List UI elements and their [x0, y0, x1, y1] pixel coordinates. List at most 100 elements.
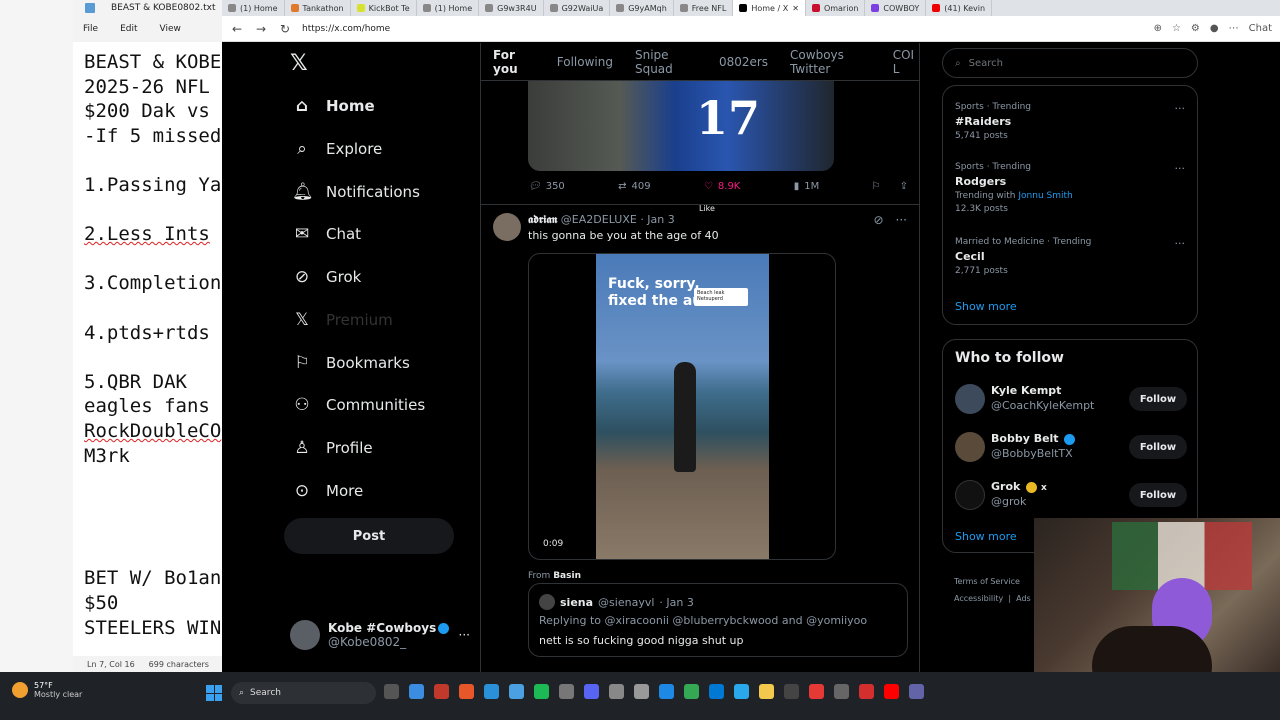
weather-widget[interactable]: 57°F Mostly clear	[12, 681, 82, 699]
more-dots-icon[interactable]: ···	[896, 213, 907, 227]
app-icon[interactable]	[609, 684, 624, 699]
copilot-chat-button[interactable]: Chat	[1249, 23, 1272, 34]
nav-notifications[interactable]: 🔔︎ Notifications	[292, 182, 420, 202]
tab-for-you[interactable]: For you	[493, 48, 535, 76]
show-more-link[interactable]: Show more	[955, 300, 1017, 313]
app-icon[interactable]	[434, 684, 449, 699]
nav-explore[interactable]: ⌕ Explore	[292, 139, 382, 159]
follow-suggestion[interactable]: Grok x @grok Follow	[955, 478, 1187, 512]
favorite-star-icon[interactable]: ☆	[1172, 23, 1181, 34]
trend-context-link[interactable]: Jonnu Smith	[1018, 191, 1072, 201]
trend-item[interactable]: Sports · Trending Rodgers Trending with …	[955, 162, 1185, 214]
trend-item[interactable]: Married to Medicine · Trending Cecil 2,7…	[955, 237, 1185, 276]
tab-0802ers[interactable]: 0802ers	[719, 55, 768, 69]
teams-icon[interactable]	[909, 684, 924, 699]
repost-button[interactable]: ⇄ 409	[618, 181, 650, 192]
browser-tab[interactable]: KickBot Te	[351, 0, 417, 16]
notepad-text-area[interactable]: BEAST & KOBE 2025-26 NFL $200 Dak vs -If 5 …	[73, 42, 233, 654]
footer-link[interactable]: Terms of Service	[954, 577, 1020, 586]
more-dots-icon[interactable]: ···	[1175, 102, 1186, 115]
browser-tab[interactable]: (1) Home	[222, 0, 285, 16]
more-dots-icon[interactable]: ···	[459, 628, 470, 642]
app-icon[interactable]	[559, 684, 574, 699]
brave-icon[interactable]	[459, 684, 474, 699]
follow-button[interactable]: Follow	[1129, 483, 1187, 507]
browser-tab[interactable]: Free NFL	[674, 0, 734, 16]
show-more-link[interactable]: Show more	[955, 530, 1017, 543]
chrome-icon[interactable]	[684, 684, 699, 699]
file-explorer-icon[interactable]	[759, 684, 774, 699]
menu-dots-icon[interactable]: ⋯	[1229, 23, 1239, 34]
share-icon[interactable]: ⇪	[900, 181, 908, 192]
task-view-icon[interactable]	[384, 684, 399, 699]
post-date[interactable]: · Jan 3	[640, 213, 674, 226]
quoted-post[interactable]: siena @sienayvl · Jan 3 Replying to @xirac…	[528, 583, 908, 657]
extensions-icon[interactable]: ⚙	[1191, 23, 1200, 34]
youtube-icon[interactable]	[884, 684, 899, 699]
nav-communities[interactable]: ⚇ Communities	[292, 395, 425, 415]
browser-tab-active[interactable]: Home / X ✕	[733, 0, 806, 16]
browser-tab[interactable]: Omarion	[806, 0, 866, 16]
author-name[interactable]: 𝖆𝖉𝖗𝖎𝖆𝖓	[528, 213, 557, 226]
post-image[interactable]: 17	[528, 81, 834, 171]
footer-link[interactable]: Accessibility	[954, 594, 1003, 603]
telegram-icon[interactable]	[734, 684, 749, 699]
like-button[interactable]: ♡ 8.9K	[704, 181, 740, 192]
edge-icon[interactable]	[484, 684, 499, 699]
copilot-icon[interactable]	[409, 684, 424, 699]
browser-tab[interactable]: G9yAMqh	[610, 0, 674, 16]
app-icon[interactable]	[809, 684, 824, 699]
follow-button[interactable]: Follow	[1129, 435, 1187, 459]
opera-icon[interactable]	[859, 684, 874, 699]
from-source[interactable]: Basin	[553, 571, 581, 581]
taskbar-search[interactable]: ⌕ Search	[231, 682, 376, 704]
search-input[interactable]: ⌕ Search	[942, 48, 1198, 78]
menu-file[interactable]: File	[83, 24, 98, 34]
trend-item[interactable]: Sports · Trending #Raiders 5,741 posts ·…	[955, 102, 1185, 141]
menu-edit[interactable]: Edit	[120, 24, 137, 34]
spotify-icon[interactable]	[534, 684, 549, 699]
store-icon[interactable]	[709, 684, 724, 699]
zoom-icon[interactable]: ⊕	[1154, 23, 1162, 34]
discord-icon[interactable]	[584, 684, 599, 699]
nav-grok[interactable]: ⊘ Grok	[292, 267, 361, 287]
nav-home[interactable]: ⌂ Home	[292, 96, 375, 116]
reply-button[interactable]: 💬︎ 350	[528, 181, 565, 192]
nav-chat[interactable]: ✉ Chat	[292, 224, 361, 244]
footer-link[interactable]: Ads	[1016, 594, 1031, 603]
photos-icon[interactable]	[509, 684, 524, 699]
app-icon[interactable]	[659, 684, 674, 699]
url-field[interactable]: https://x.com/home	[302, 24, 1144, 34]
app-icon[interactable]	[784, 684, 799, 699]
nav-profile[interactable]: ♙ Profile	[292, 438, 372, 458]
browser-tab[interactable]: Tankathon	[285, 0, 351, 16]
nav-premium[interactable]: 𝕏 Premium	[292, 310, 393, 330]
forward-icon[interactable]: →	[254, 22, 268, 36]
app-icon[interactable]	[834, 684, 849, 699]
grok-icon[interactable]: ⊘	[873, 213, 883, 227]
profile-avatar-icon[interactable]: ●	[1210, 23, 1219, 34]
refresh-icon[interactable]: ↻	[278, 22, 292, 36]
bookmark-icon[interactable]: ⚐	[873, 181, 881, 192]
post-button[interactable]: Post	[284, 518, 454, 554]
account-switcher[interactable]: Kobe #Cowboys @Kobe0802_ ···	[290, 620, 470, 650]
avatar[interactable]	[493, 213, 521, 241]
views-button[interactable]: ▮ 1M	[794, 181, 820, 192]
tab-following[interactable]: Following	[557, 55, 613, 69]
start-button-icon[interactable]	[206, 685, 222, 701]
more-dots-icon[interactable]: ···	[1175, 237, 1186, 250]
close-tab-icon[interactable]: ✕	[792, 4, 799, 13]
follow-suggestion[interactable]: Bobby Belt @BobbyBeltTX Follow	[955, 430, 1187, 464]
back-icon[interactable]: ←	[230, 22, 244, 36]
app-icon[interactable]	[634, 684, 649, 699]
nav-bookmarks[interactable]: ⚐ Bookmarks	[292, 353, 409, 373]
tab-snipe-squad[interactable]: Snipe Squad	[635, 48, 697, 76]
x-logo-icon[interactable]: 𝕏	[290, 51, 308, 76]
tab-coi[interactable]: COI L	[893, 48, 919, 76]
author-handle[interactable]: @EA2DELUXE	[561, 213, 637, 226]
more-dots-icon[interactable]: ···	[1175, 162, 1186, 175]
browser-tab[interactable]: COWBOY	[865, 0, 927, 16]
browser-tab[interactable]: G9w3R4U	[479, 0, 544, 16]
video-player[interactable]: Fuck, sorry, fixed the audio Beach leak Ne…	[528, 253, 836, 560]
tab-cowboys-twitter[interactable]: Cowboys Twitter	[790, 48, 871, 76]
